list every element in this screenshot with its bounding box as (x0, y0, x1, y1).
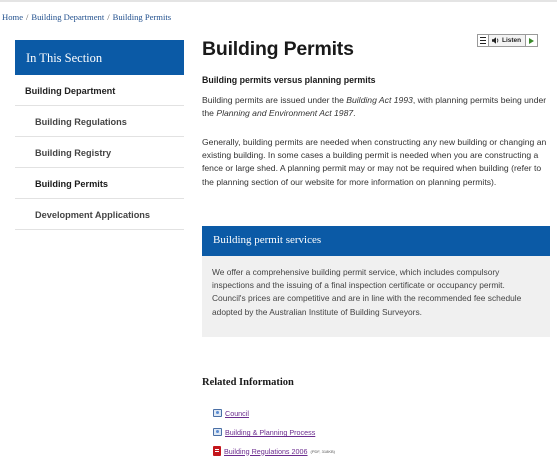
permits-paragraph: Generally, building permits are needed w… (202, 137, 547, 187)
related-information-heading: Related Information (202, 377, 294, 388)
intro-paragraph: Building permits are issued under the Bu… (202, 94, 547, 120)
web-link-icon (213, 409, 222, 418)
section-sidebar: In This Section Building Department Buil… (15, 40, 184, 230)
sidebar-item-building-regulations[interactable]: Building Regulations (15, 106, 184, 137)
pdf-icon (213, 446, 221, 456)
sidebar-item-building-registry[interactable]: Building Registry (15, 137, 184, 168)
web-link-icon (213, 428, 222, 437)
play-icon[interactable] (525, 35, 538, 46)
service-callout: Building permit services We offer a comp… (202, 226, 550, 337)
breadcrumb-separator: / (107, 12, 110, 22)
related-link-building-planning-process[interactable]: Building & Planning Process (225, 428, 315, 437)
related-link-row: Building Regulations 2006 (PDF, 318KB) (213, 446, 335, 456)
breadcrumb: Home / Building Department / Building Permit… (2, 12, 171, 22)
breadcrumb-home[interactable]: Home (2, 12, 23, 22)
related-link-council[interactable]: Council (225, 409, 249, 418)
top-border (0, 0, 557, 2)
listen-widget: Listen (477, 34, 539, 47)
sidebar-item-building-department[interactable]: Building Department (15, 75, 184, 106)
menu-icon[interactable] (478, 35, 489, 46)
paragraph-text: Building permits are issued under the (202, 95, 347, 105)
planning-act-reference: Planning and Environment Act 1987 (216, 108, 354, 119)
paragraph-text: . (353, 108, 356, 119)
sidebar-item-development-applications[interactable]: Development Applications (15, 199, 184, 230)
related-link-row: Building & Planning Process (213, 428, 315, 437)
related-link-building-regulations-2006[interactable]: Building Regulations 2006 (224, 447, 308, 456)
service-text: We offer a comprehensive building permit… (212, 267, 522, 317)
sidebar-item-building-permits[interactable]: Building Permits (15, 168, 184, 199)
speaker-icon (492, 37, 499, 44)
file-meta: (PDF, 318KB) (310, 448, 335, 454)
section-subheading: Building permits versus planning permits (202, 75, 376, 85)
breadcrumb-current: Building Permits (112, 12, 172, 22)
listen-button[interactable]: Listen (489, 37, 525, 44)
building-act-reference: Building Act 1993 (346, 95, 413, 105)
sidebar-heading: In This Section (15, 40, 184, 75)
service-heading: Building permit services (202, 226, 550, 256)
related-link-row: Council (213, 409, 249, 418)
breadcrumb-building-department[interactable]: Building Department (31, 12, 104, 22)
listen-label: Listen (502, 37, 522, 44)
